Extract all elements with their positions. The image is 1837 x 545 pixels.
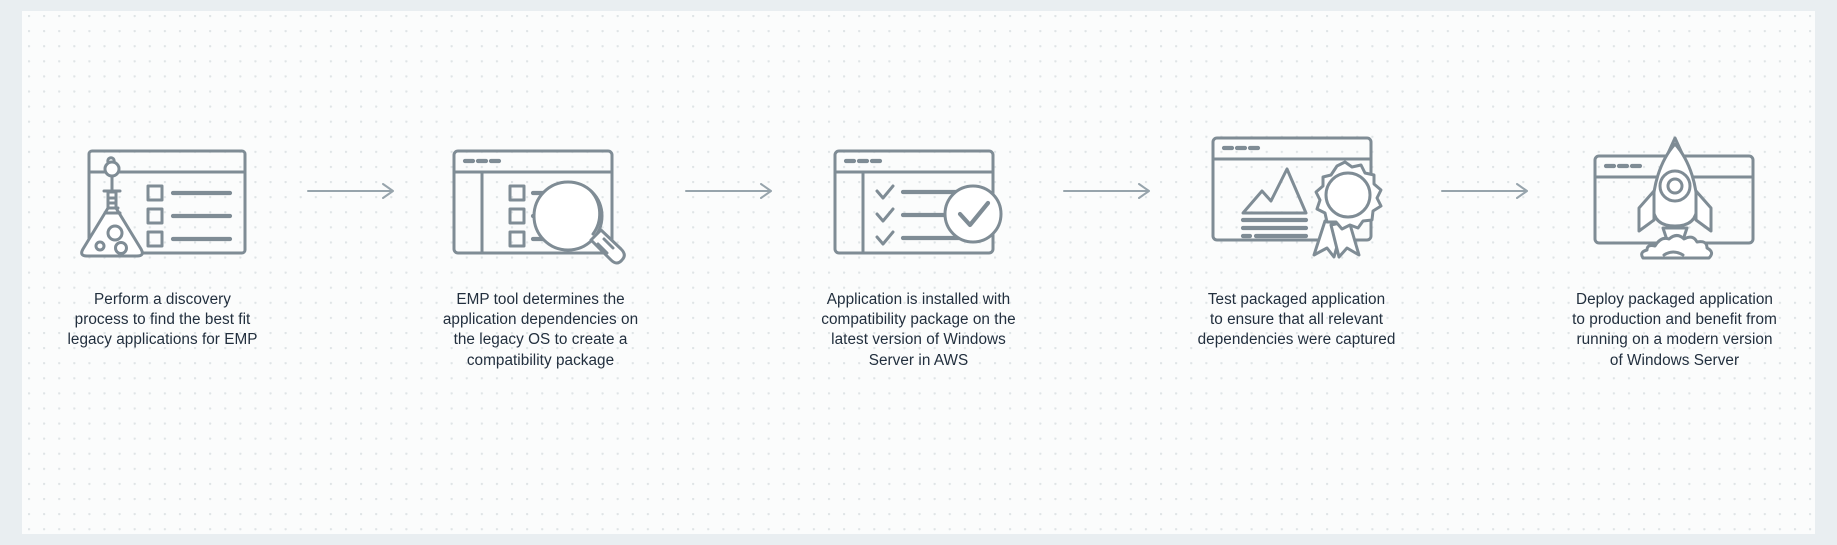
- caption-line: Application is installed with: [826, 291, 1011, 308]
- browser-window-with-chart-and-award-ribbon-icon: [1207, 123, 1387, 259]
- arrow-right-icon: [1053, 123, 1163, 258]
- caption-line: to ensure that all relevant: [1209, 311, 1384, 329]
- caption-line: running on a modern version: [1576, 331, 1773, 349]
- process-step-1: Perform a discovery process to find the …: [29, 11, 297, 351]
- caption-line: Perform a discovery: [94, 291, 231, 308]
- caption-line: Test packaged application: [1207, 291, 1386, 308]
- caption-line: latest version of Windows: [831, 331, 1006, 349]
- step-caption: Perform a discovery process to find the …: [34, 290, 292, 351]
- browser-window-with-flask-icon: [75, 123, 250, 258]
- arrow-right-icon: [297, 123, 407, 258]
- caption-line: the legacy OS to create a: [453, 331, 628, 349]
- arrow-right-icon: [1431, 123, 1541, 258]
- caption-line: Server in AWS: [868, 351, 969, 369]
- browser-window-with-magnifier-icon: [448, 123, 633, 265]
- process-step-4: Test packaged application to ensure that…: [1163, 11, 1431, 351]
- step-caption: Application is installed with compatibil…: [790, 290, 1048, 371]
- process-step-3: Application is installed with compatibil…: [785, 11, 1053, 371]
- step-caption: Test packaged application to ensure that…: [1168, 290, 1426, 351]
- caption-line: to production and benefit from: [1572, 311, 1777, 329]
- browser-window-with-checklist-and-check-circle-icon: [829, 123, 1009, 258]
- caption-line: application dependencies on: [442, 311, 639, 329]
- caption-line: process to find the best fit: [74, 311, 251, 329]
- caption-line: EMP tool determines the: [456, 291, 625, 308]
- process-step-5: Deploy packaged application to productio…: [1541, 11, 1809, 371]
- process-step-2: EMP tool determines the application depe…: [407, 11, 675, 371]
- caption-line: legacy applications for EMP: [67, 331, 258, 349]
- diagram-canvas: Perform a discovery process to find the …: [0, 0, 1837, 545]
- caption-line: Deploy packaged application: [1576, 291, 1773, 308]
- process-flow: Perform a discovery process to find the …: [22, 11, 1815, 534]
- browser-window-with-rocket-icon: [1585, 123, 1765, 260]
- step-caption: EMP tool determines the application depe…: [412, 290, 670, 371]
- step-caption: Deploy packaged application to productio…: [1546, 290, 1804, 371]
- caption-line: compatibility package on the: [821, 311, 1016, 329]
- caption-line: of Windows Server: [1609, 351, 1740, 369]
- caption-line: compatibility package: [466, 351, 615, 369]
- caption-line: dependencies were captured: [1197, 331, 1396, 349]
- arrow-right-icon: [675, 123, 785, 258]
